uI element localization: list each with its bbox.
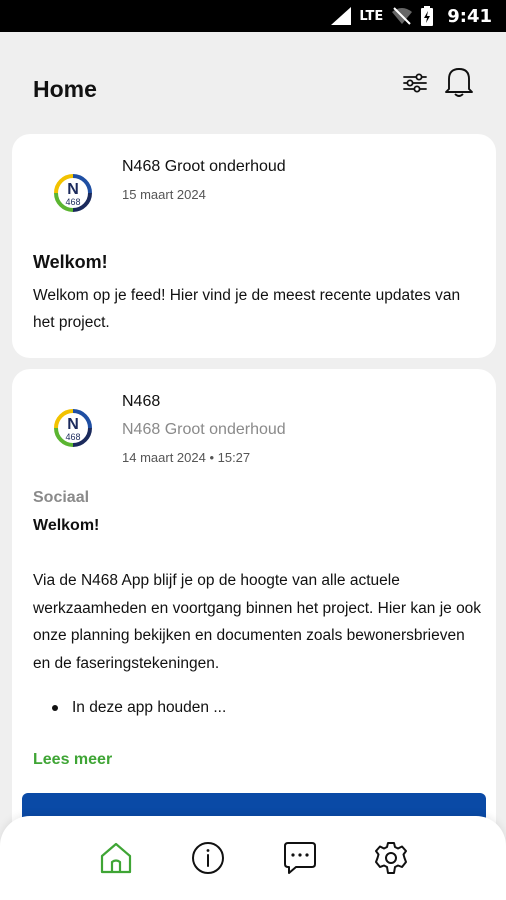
post-date: 15 maart 2024 (122, 187, 206, 202)
post-date: 14 maart 2024 • 15:27 (122, 450, 251, 465)
bullet-dot (52, 705, 58, 711)
nav-settings[interactable] (373, 840, 409, 876)
battery-icon (421, 6, 434, 26)
post-heading: Welkom! (33, 517, 100, 534)
feed-card-welcome[interactable]: N 468 N468 Groot onderhoud 15 maart 2024… (12, 134, 496, 358)
post-body: Via de N468 App blijf je op de hoogte va… (33, 572, 482, 672)
post-category: Sociaal (33, 489, 90, 506)
feed-card-post[interactable]: N 468 N468 N468 Groot onderhoud 14 maart… (12, 369, 496, 839)
filter-icon (403, 73, 427, 93)
nav-info[interactable] (190, 840, 226, 876)
post-subtitle: N468 Groot onderhoud (122, 421, 286, 438)
wifi-off-icon (392, 7, 413, 25)
nav-home[interactable] (98, 840, 134, 876)
network-type: LTE (359, 8, 384, 24)
filter-button[interactable] (400, 68, 430, 98)
bottom-navigation (0, 816, 506, 900)
bullet-text: In deze app houden ... (72, 699, 227, 716)
page-title: Home (33, 76, 97, 102)
chat-icon (284, 842, 316, 874)
logo-number: 468 (65, 432, 80, 442)
post-author: N468 Groot onderhoud (122, 158, 286, 175)
project-logo: N 468 (46, 401, 100, 455)
post-bullet-item: In deze app houden ... (52, 699, 226, 717)
project-logo: N 468 (46, 166, 100, 220)
bell-icon (445, 68, 473, 97)
read-more-link[interactable]: Lees meer (33, 751, 112, 769)
notifications-button[interactable] (443, 64, 475, 98)
post-body: Welkom op je feed! Hier vind je de meest… (33, 287, 461, 331)
logo-letter: N (67, 416, 79, 433)
post-author: N468 (122, 393, 161, 410)
home-icon (100, 842, 132, 874)
post-heading: Welkom! (33, 252, 108, 272)
status-bar: LTE 9:41 (0, 0, 506, 32)
info-icon (192, 842, 224, 874)
app-header: Home (0, 32, 506, 132)
signal-icon (331, 7, 352, 25)
nav-messages[interactable] (282, 840, 318, 876)
logo-letter: N (67, 181, 79, 198)
clock: 9:41 (447, 5, 492, 27)
settings-icon (375, 842, 407, 874)
logo-number: 468 (65, 197, 80, 207)
